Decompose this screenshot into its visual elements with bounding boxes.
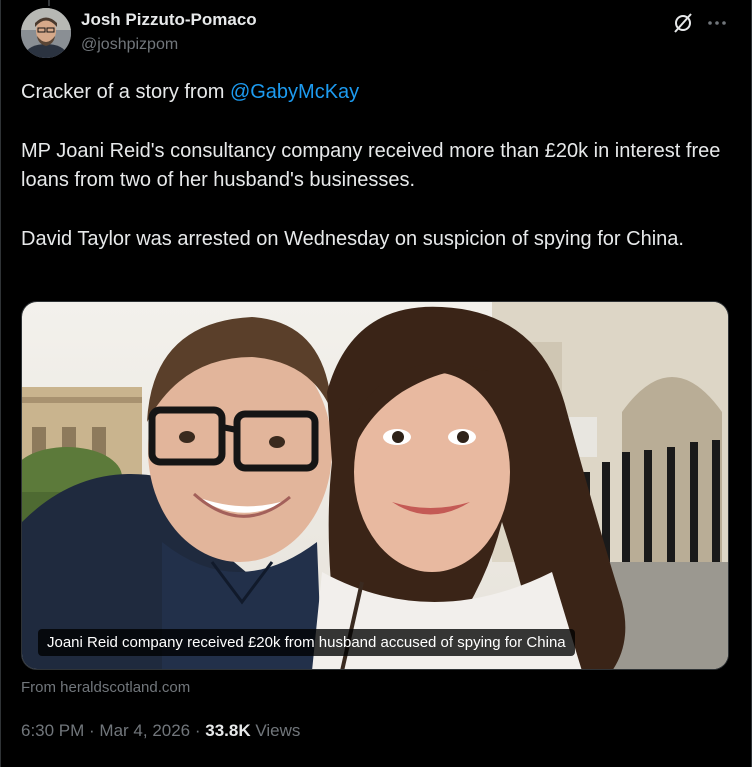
tweet-paragraph-3: David Taylor was arrested on Wednesday o… [21, 228, 684, 250]
views-count: 33.8K [205, 721, 251, 740]
card-source[interactable]: From heraldscotland.com [21, 679, 190, 696]
tweet-time[interactable]: 6:30 PM [21, 721, 84, 740]
author-display-name[interactable]: Josh Pizzuto-Pomaco [81, 10, 257, 30]
tweet-paragraph-2: MP Joani Reid's consultancy company rece… [21, 140, 721, 191]
views-label: Views [250, 721, 301, 740]
mention-link[interactable]: @GabyMcKay [230, 81, 359, 103]
meta-separator: · [84, 721, 100, 740]
avatar-image [21, 8, 71, 58]
grok-icon[interactable] [670, 10, 696, 36]
author-handle[interactable]: @joshpizpom [81, 36, 178, 54]
news-photo [22, 302, 728, 669]
link-card-image[interactable]: Joani Reid company received £20k from hu… [21, 301, 729, 670]
avatar[interactable] [21, 8, 71, 58]
tweet-meta: 6:30 PM · Mar 4, 2026 · 33.8K Views [21, 721, 300, 741]
tweet-paragraph-1: Cracker of a story from @GabyMcKay [21, 78, 721, 107]
card-caption: Joani Reid company received £20k from hu… [38, 629, 575, 656]
tweet-date[interactable]: Mar 4, 2026 [99, 721, 190, 740]
more-icon[interactable] [704, 10, 730, 36]
meta-separator: · [190, 721, 206, 740]
tweet-line1-prefix: Cracker of a story from [21, 81, 230, 103]
thread-line [48, 0, 50, 6]
tweet-text: Cracker of a story from @GabyMcKay MP Jo… [21, 78, 721, 254]
